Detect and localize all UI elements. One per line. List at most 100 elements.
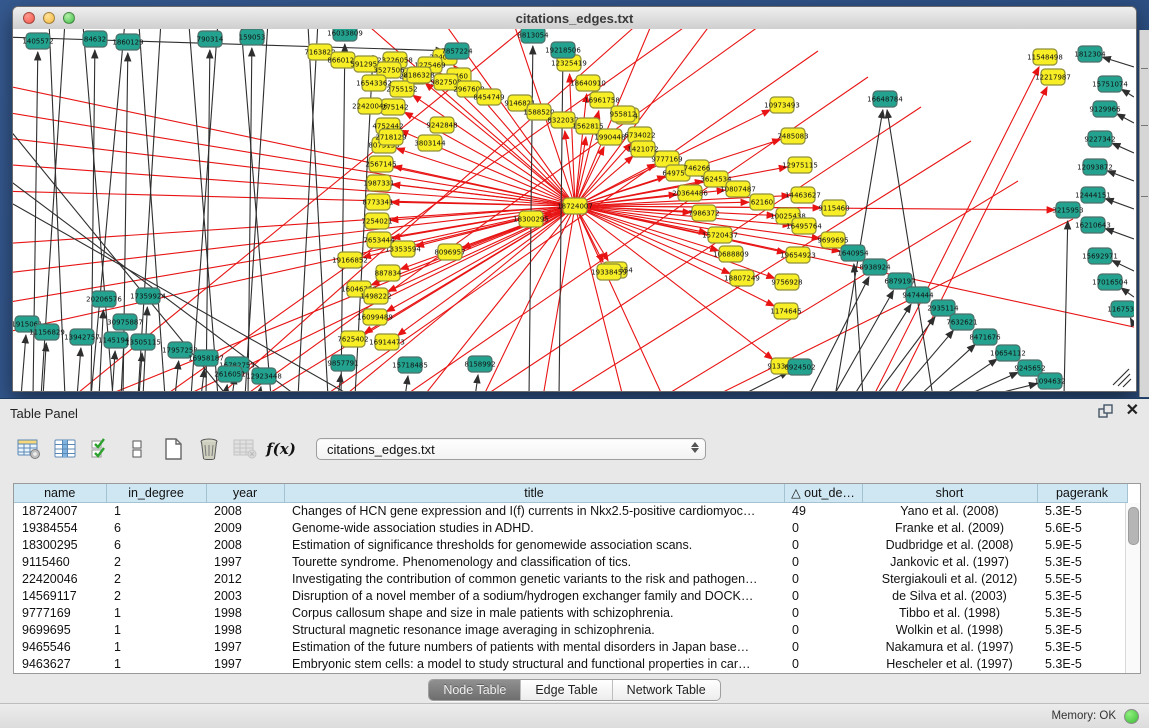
graph-node[interactable]: 18640910: [570, 75, 606, 91]
graph-node[interactable]: 13942757: [64, 329, 100, 345]
graph-node[interactable]: 15718485: [392, 357, 428, 373]
graph-node[interactable]: 17359924: [130, 288, 166, 304]
form-view-icon[interactable]: [122, 435, 152, 463]
graph-node[interactable]: 12923448: [246, 368, 282, 384]
graph-node[interactable]: 19654923: [780, 247, 816, 263]
graph-node[interactable]: 16210643: [1075, 217, 1111, 233]
graph-node[interactable]: 7986372: [688, 205, 719, 221]
graph-node[interactable]: 2718129: [375, 129, 406, 145]
graph-node[interactable]: 8924502: [784, 359, 815, 375]
graph-node[interactable]: 7625402: [337, 331, 368, 347]
graph-node[interactable]: 17016504: [1092, 274, 1128, 290]
graph-node[interactable]: 12444151: [1075, 187, 1111, 203]
graph-node[interactable]: 15692971: [1082, 248, 1118, 264]
table-settings-icon[interactable]: [14, 435, 44, 463]
graph-node[interactable]: 8773341: [362, 194, 393, 210]
delete-rows-icon[interactable]: [194, 435, 224, 463]
graph-node[interactable]: 9129966: [1089, 101, 1121, 117]
graph-node[interactable]: 7632621: [946, 314, 977, 330]
graph-node[interactable]: 9227342: [1084, 131, 1115, 147]
graph-node[interactable]: 1094632: [1034, 373, 1065, 389]
graph-node[interactable]: 30975887: [107, 314, 143, 330]
graph-node[interactable]: 12217987: [1035, 69, 1071, 85]
graph-node[interactable]: 7254021: [361, 213, 392, 229]
graph-node[interactable]: 8096957: [434, 244, 465, 260]
graph-node[interactable]: 1498222: [360, 288, 391, 304]
column-header-year[interactable]: year: [206, 484, 284, 502]
graph-node[interactable]: 14463627: [785, 187, 821, 203]
graph-node[interactable]: 8938924: [859, 259, 891, 275]
close-icon[interactable]: ✕: [1126, 403, 1139, 419]
column-header-in_degree[interactable]: in_degree: [106, 484, 206, 502]
graph-node[interactable]: 11548498: [1027, 49, 1063, 65]
graph-node[interactable]: 84632: [83, 31, 107, 47]
delete-table-icon[interactable]: [230, 435, 260, 463]
graph-node[interactable]: 16033809: [327, 29, 363, 41]
graph-node[interactable]: 2567145: [365, 156, 396, 172]
graph-node[interactable]: 7485083: [777, 128, 808, 144]
tab-node-table[interactable]: Node Table: [429, 680, 521, 700]
graph-node[interactable]: 16648784: [867, 91, 903, 107]
graph-node[interactable]: 8158992: [464, 356, 495, 372]
graph-node[interactable]: 12093872: [1077, 159, 1113, 175]
graph-node[interactable]: 62160: [750, 194, 774, 210]
network-window[interactable]: citations_edges.txt 18724007193845541830…: [12, 6, 1137, 392]
node-table[interactable]: namein_degreeyeartitle△ out_de…shortpage…: [14, 484, 1128, 672]
table-selector-dropdown[interactable]: citations_edges.txt: [316, 438, 706, 460]
graph-node[interactable]: 159053: [239, 29, 266, 45]
graph-node[interactable]: 12975115: [782, 157, 818, 173]
graph-node[interactable]: 1167533: [1107, 301, 1134, 317]
graph-node[interactable]: 1405572: [22, 33, 53, 49]
table-scrollbar[interactable]: [1125, 503, 1140, 673]
table-row[interactable]: 911546021997Tourette syndrome. Phenomeno…: [14, 553, 1127, 570]
graph-node[interactable]: 2616051: [214, 366, 245, 382]
column-header-out_de[interactable]: △ out_de…: [784, 484, 862, 502]
table-row[interactable]: 1872400712008Changes of HCN gene express…: [14, 502, 1127, 519]
graph-node[interactable]: 790314: [197, 31, 224, 47]
graph-node[interactable]: 1421072: [627, 141, 658, 157]
network-canvas[interactable]: 1872400719384554183002959777169649756874…: [13, 29, 1136, 391]
table-row[interactable]: 969969511998Structural magnetic resonanc…: [14, 621, 1127, 638]
table-row[interactable]: 946554611997Estimation of the future num…: [14, 638, 1127, 655]
tab-edge-table[interactable]: Edge Table: [521, 680, 612, 700]
graph-node[interactable]: 10688809: [713, 246, 749, 262]
graph-node[interactable]: 8471676: [969, 329, 1001, 345]
memory-status-icon[interactable]: [1124, 709, 1139, 724]
column-select-icon[interactable]: [50, 435, 80, 463]
tab-network-table[interactable]: Network Table: [613, 680, 720, 700]
graph-node[interactable]: 955812: [610, 106, 637, 122]
table-row[interactable]: 1830029562008Estimation of significance …: [14, 536, 1127, 553]
scrollbar-thumb[interactable]: [1128, 507, 1139, 545]
table-row[interactable]: 946362711997Embryonic stem cells: a mode…: [14, 655, 1127, 672]
table-row[interactable]: 1456911722003Disruption of a novel membe…: [14, 587, 1127, 604]
new-document-icon[interactable]: [158, 435, 188, 463]
float-window-icon[interactable]: [1098, 404, 1114, 418]
graph-node[interactable]: 9756928: [771, 274, 802, 290]
graph-node[interactable]: 887834: [375, 265, 402, 281]
graph-node[interactable]: 3803144: [414, 135, 446, 151]
column-header-pagerank[interactable]: pagerank: [1037, 484, 1127, 502]
function-builder-icon[interactable]: f(x): [266, 435, 296, 463]
column-header-name[interactable]: name: [14, 484, 106, 502]
graph-node[interactable]: 1174645: [770, 303, 801, 319]
table-row[interactable]: 2242004622012Investigating the contribut…: [14, 570, 1127, 587]
graph-node[interactable]: 9242848: [426, 117, 457, 133]
graph-node[interactable]: 10654112: [990, 345, 1026, 361]
table-row[interactable]: 977716911998Corpus callosum shape and si…: [14, 604, 1127, 621]
window-titlebar[interactable]: citations_edges.txt: [13, 7, 1136, 30]
graph-node[interactable]: 7857224: [441, 43, 473, 59]
select-all-icon[interactable]: [86, 435, 116, 463]
graph-node[interactable]: 1990448: [594, 129, 625, 145]
graph-node[interactable]: 1860129: [112, 34, 143, 50]
column-header-title[interactable]: title: [284, 484, 784, 502]
graph-node[interactable]: 8813054: [517, 29, 549, 43]
column-header-short[interactable]: short: [862, 484, 1037, 502]
graph-node[interactable]: 16914473: [369, 334, 405, 350]
table-row[interactable]: 1938455462009Genome-wide association stu…: [14, 519, 1127, 536]
graph-node[interactable]: 1640954: [837, 245, 869, 261]
graph-node[interactable]: 9115460: [818, 200, 849, 216]
graph-node[interactable]: 1812304: [1074, 46, 1106, 62]
graph-node[interactable]: 8454749: [473, 89, 504, 105]
graph-node[interactable]: 7653444: [363, 232, 395, 248]
graph-node[interactable]: 9474444: [902, 287, 934, 303]
